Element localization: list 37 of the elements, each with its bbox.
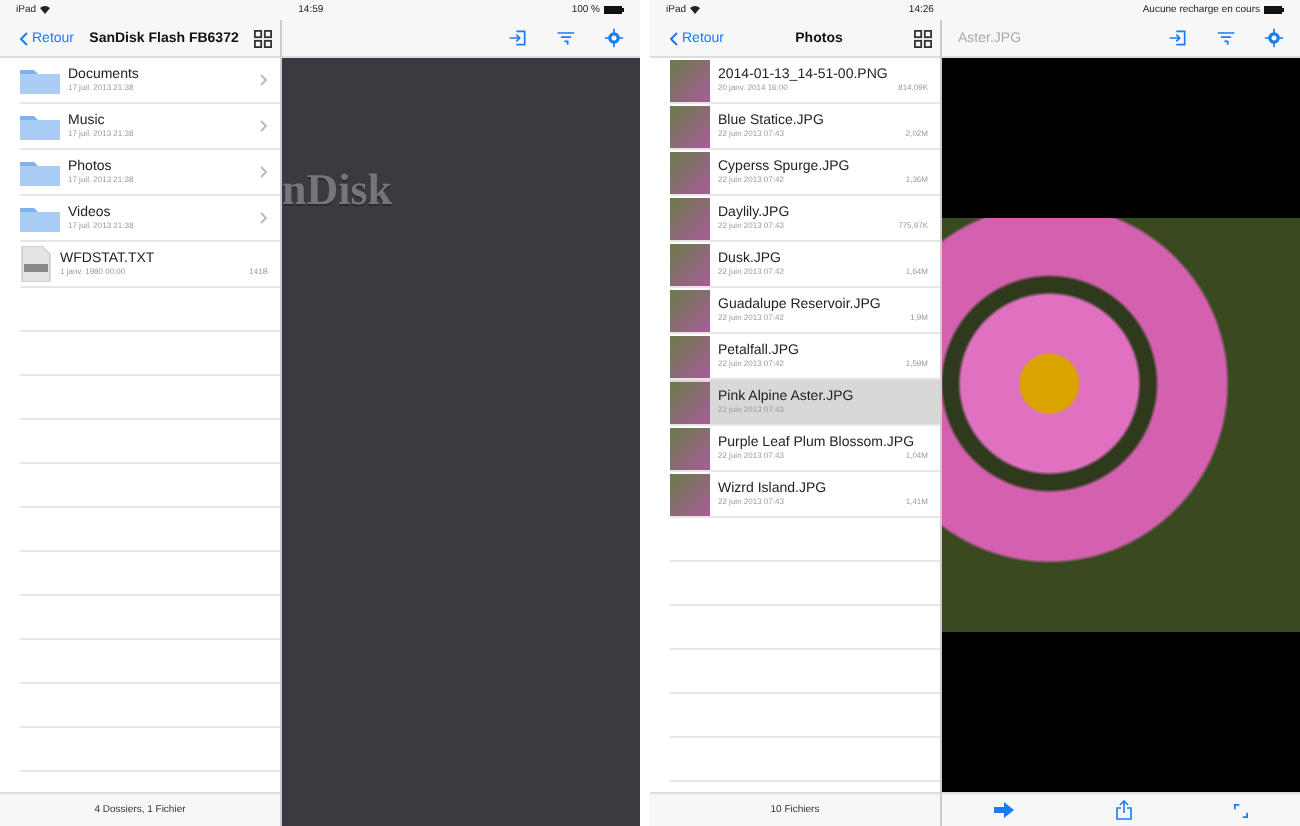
- back-chevron-icon: [670, 31, 678, 45]
- share-button[interactable]: [1115, 800, 1132, 820]
- grid-view-button[interactable]: [914, 29, 932, 47]
- photo-thumbnail: [670, 243, 710, 285]
- photo-thumbnail: [670, 335, 710, 377]
- photo-thumbnail: [670, 473, 710, 515]
- wifi-icon: [690, 6, 701, 14]
- photo-thumbnail: [670, 105, 710, 147]
- grid-view-button[interactable]: [254, 29, 272, 47]
- photo-thumbnail: [670, 289, 710, 331]
- folder-icon: [20, 158, 60, 186]
- chevron-icon: [260, 120, 268, 132]
- settings-button[interactable]: [604, 28, 624, 48]
- photo-thumbnail: [670, 197, 710, 239]
- back-chevron-icon: [20, 31, 28, 45]
- photo-thumbnail: [670, 427, 710, 469]
- text-file-icon: [20, 246, 52, 282]
- logo-text: nDisk: [282, 164, 393, 216]
- resize-button[interactable]: [1234, 803, 1249, 817]
- chevron-icon: [260, 166, 268, 178]
- folder-icon: [20, 66, 60, 94]
- import-button[interactable]: [1168, 28, 1188, 48]
- battery-icon: [1264, 6, 1284, 14]
- photo-thumbnail: [670, 151, 710, 193]
- wifi-icon: [40, 6, 51, 14]
- chevron-icon: [260, 74, 268, 86]
- photo-thumbnail: [670, 381, 710, 423]
- settings-button[interactable]: [1264, 28, 1284, 48]
- folder-icon: [20, 204, 60, 232]
- import-button[interactable]: [508, 28, 528, 48]
- filter-button[interactable]: [556, 28, 576, 48]
- battery-icon: [604, 6, 624, 14]
- filter-button[interactable]: [1216, 28, 1236, 48]
- photo-thumbnail: [670, 59, 710, 101]
- chevron-icon: [260, 212, 268, 224]
- folder-icon: [20, 112, 60, 140]
- next-button[interactable]: [993, 802, 1014, 818]
